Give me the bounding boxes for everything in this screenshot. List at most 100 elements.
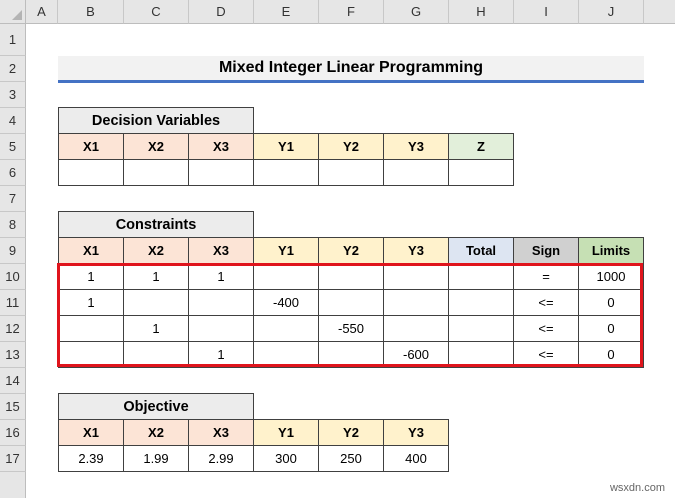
- constraints-header-y2[interactable]: Y2: [318, 237, 384, 264]
- constraint-cell[interactable]: 1: [58, 263, 124, 290]
- constraint-cell[interactable]: -550: [318, 315, 384, 342]
- column-header-h[interactable]: H: [449, 0, 514, 24]
- constraint-cell[interactable]: 0: [578, 289, 644, 316]
- decision-cell-x2[interactable]: [123, 159, 189, 186]
- objective-cell-x1[interactable]: 2.39: [58, 445, 124, 472]
- column-header-f[interactable]: F: [319, 0, 384, 24]
- constraints-header-x1[interactable]: X1: [58, 237, 124, 264]
- objective-header-x2[interactable]: X2: [123, 419, 189, 446]
- constraints-title[interactable]: Constraints: [58, 211, 254, 238]
- objective-header-y2[interactable]: Y2: [318, 419, 384, 446]
- column-header-a[interactable]: A: [26, 0, 58, 24]
- constraint-cell[interactable]: <=: [513, 315, 579, 342]
- constraint-cell[interactable]: <=: [513, 341, 579, 368]
- constraint-cell[interactable]: [58, 341, 124, 368]
- sheet-title[interactable]: Mixed Integer Linear Programming: [58, 56, 644, 83]
- constraint-cell[interactable]: 1: [188, 263, 254, 290]
- column-header-c[interactable]: C: [124, 0, 189, 24]
- decision-header-x1[interactable]: X1: [58, 133, 124, 160]
- row-header-10[interactable]: 10: [0, 264, 26, 290]
- constraint-cell[interactable]: [188, 289, 254, 316]
- decision-cell-z[interactable]: [448, 159, 514, 186]
- row-header-9[interactable]: 9: [0, 238, 26, 264]
- decision-cell-y3[interactable]: [383, 159, 449, 186]
- objective-header-y1[interactable]: Y1: [253, 419, 319, 446]
- row-header-16[interactable]: 16: [0, 420, 26, 446]
- constraint-cell[interactable]: [318, 289, 384, 316]
- constraint-cell[interactable]: 0: [578, 315, 644, 342]
- decision-cell-y1[interactable]: [253, 159, 319, 186]
- constraints-header-x2[interactable]: X2: [123, 237, 189, 264]
- constraints-header-total[interactable]: Total: [448, 237, 514, 264]
- decision-header-y2[interactable]: Y2: [318, 133, 384, 160]
- objective-cell-y2[interactable]: 250: [318, 445, 384, 472]
- constraint-cell[interactable]: [383, 263, 449, 290]
- select-all-button[interactable]: [0, 0, 26, 24]
- constraint-cell[interactable]: 1: [123, 315, 189, 342]
- constraint-cell[interactable]: [383, 315, 449, 342]
- constraint-cell[interactable]: [318, 263, 384, 290]
- constraint-cell[interactable]: [58, 315, 124, 342]
- constraint-cell[interactable]: [318, 341, 384, 368]
- objective-header-y3[interactable]: Y3: [383, 419, 449, 446]
- column-header-j[interactable]: J: [579, 0, 644, 24]
- column-header-d[interactable]: D: [189, 0, 254, 24]
- decision-header-z[interactable]: Z: [448, 133, 514, 160]
- row-header-4[interactable]: 4: [0, 108, 26, 134]
- objective-cell-y1[interactable]: 300: [253, 445, 319, 472]
- constraint-cell[interactable]: 1: [123, 263, 189, 290]
- row-header-7[interactable]: 7: [0, 186, 26, 212]
- objective-cell-y3[interactable]: 400: [383, 445, 449, 472]
- constraint-cell[interactable]: <=: [513, 289, 579, 316]
- constraints-header-y3[interactable]: Y3: [383, 237, 449, 264]
- objective-cell-x2[interactable]: 1.99: [123, 445, 189, 472]
- constraint-cell[interactable]: 1: [188, 341, 254, 368]
- decision-header-y1[interactable]: Y1: [253, 133, 319, 160]
- row-header-3[interactable]: 3: [0, 82, 26, 108]
- constraint-cell[interactable]: 0: [578, 341, 644, 368]
- row-header-1[interactable]: 1: [0, 24, 26, 56]
- decision-header-x2[interactable]: X2: [123, 133, 189, 160]
- constraint-cell[interactable]: 1: [58, 289, 124, 316]
- decision-cell-x3[interactable]: [188, 159, 254, 186]
- objective-header-x3[interactable]: X3: [188, 419, 254, 446]
- constraint-cell[interactable]: [383, 289, 449, 316]
- constraint-cell[interactable]: -400: [253, 289, 319, 316]
- constraint-cell[interactable]: [253, 263, 319, 290]
- row-header-8[interactable]: 8: [0, 212, 26, 238]
- constraints-header-limits[interactable]: Limits: [578, 237, 644, 264]
- row-header-5[interactable]: 5: [0, 134, 26, 160]
- row-header-13[interactable]: 13: [0, 342, 26, 368]
- constraint-cell[interactable]: [448, 263, 514, 290]
- constraint-cell[interactable]: -600: [383, 341, 449, 368]
- column-header-e[interactable]: E: [254, 0, 319, 24]
- column-header-g[interactable]: G: [384, 0, 449, 24]
- decision-cell-y2[interactable]: [318, 159, 384, 186]
- constraint-cell[interactable]: [448, 315, 514, 342]
- constraints-header-y1[interactable]: Y1: [253, 237, 319, 264]
- row-header-2[interactable]: 2: [0, 56, 26, 82]
- objective-title[interactable]: Objective: [58, 393, 254, 420]
- constraint-cell[interactable]: =: [513, 263, 579, 290]
- constraint-cell[interactable]: [253, 341, 319, 368]
- constraint-cell[interactable]: [448, 341, 514, 368]
- row-header-12[interactable]: 12: [0, 316, 26, 342]
- constraint-cell[interactable]: [123, 341, 189, 368]
- column-header-b[interactable]: B: [58, 0, 124, 24]
- decision-cell-x1[interactable]: [58, 159, 124, 186]
- decision-variables-title[interactable]: Decision Variables: [58, 107, 254, 134]
- row-header-17[interactable]: 17: [0, 446, 26, 472]
- constraint-cell[interactable]: [188, 315, 254, 342]
- row-header-14[interactable]: 14: [0, 368, 26, 394]
- column-header-i[interactable]: I: [514, 0, 579, 24]
- decision-header-x3[interactable]: X3: [188, 133, 254, 160]
- constraint-cell[interactable]: [123, 289, 189, 316]
- objective-header-x1[interactable]: X1: [58, 419, 124, 446]
- decision-header-y3[interactable]: Y3: [383, 133, 449, 160]
- constraints-header-sign[interactable]: Sign: [513, 237, 579, 264]
- constraint-cell[interactable]: [253, 315, 319, 342]
- row-header-11[interactable]: 11: [0, 290, 26, 316]
- constraint-cell[interactable]: 1000: [578, 263, 644, 290]
- objective-cell-x3[interactable]: 2.99: [188, 445, 254, 472]
- constraints-header-x3[interactable]: X3: [188, 237, 254, 264]
